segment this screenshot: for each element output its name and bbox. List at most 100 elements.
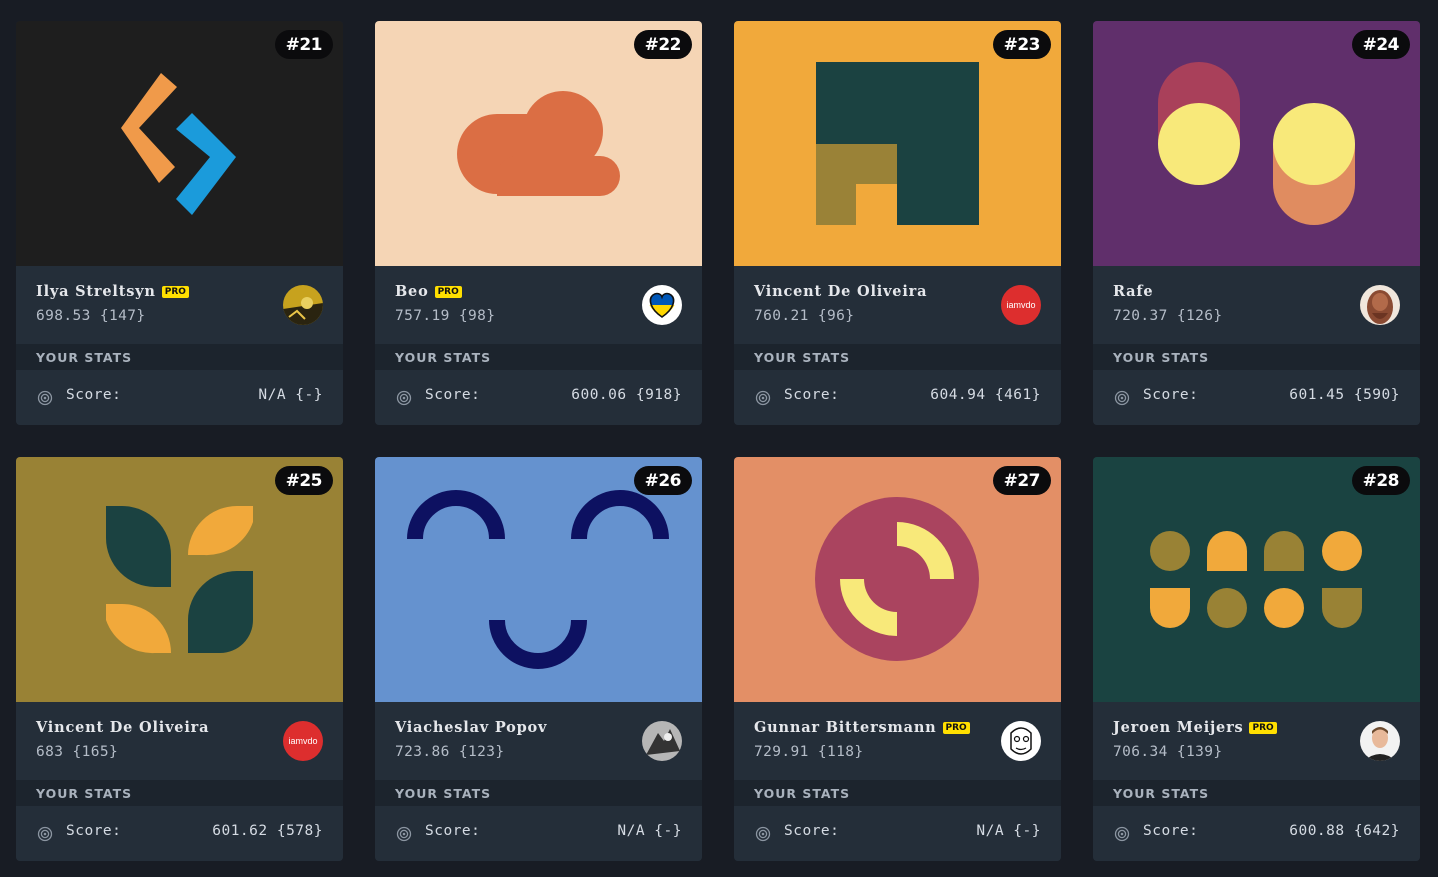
author-name[interactable]: Rafe bbox=[1113, 283, 1153, 300]
rank-badge: #27 bbox=[992, 466, 1051, 495]
score-label: Score: bbox=[1143, 823, 1199, 839]
avatar[interactable]: iamvdo bbox=[1001, 285, 1041, 325]
your-score: 601.45 {590} bbox=[1289, 387, 1400, 403]
target-icon bbox=[396, 826, 412, 842]
rank-badge: #22 bbox=[633, 30, 692, 59]
target-icon bbox=[37, 826, 53, 842]
author-name[interactable]: Ilya Streltsyn bbox=[36, 283, 156, 300]
your-score: 600.88 {642} bbox=[1289, 823, 1400, 839]
score-label: Score: bbox=[784, 387, 840, 403]
author-info: Viacheslav Popov 723.86 {123} bbox=[375, 702, 702, 780]
target-art[interactable]: #22 bbox=[375, 21, 702, 266]
author-info: Jeroen Meijers PRO 706.34 {139} bbox=[1093, 702, 1420, 780]
target-art[interactable]: #26 bbox=[375, 457, 702, 702]
your-score: 601.62 {578} bbox=[212, 823, 323, 839]
target-icon bbox=[755, 390, 771, 406]
pro-badge: PRO bbox=[434, 285, 462, 298]
author-name[interactable]: Gunnar Bittersmann bbox=[754, 719, 937, 736]
avatar[interactable] bbox=[642, 285, 682, 325]
your-stats-row: Score: 601.62 {578} bbox=[16, 806, 343, 861]
score-label: Score: bbox=[784, 823, 840, 839]
target-art[interactable]: #24 bbox=[1093, 21, 1420, 266]
your-stats-row: Score: 600.88 {642} bbox=[1093, 806, 1420, 861]
target-icon bbox=[396, 390, 412, 406]
target-art[interactable]: #25 bbox=[16, 457, 343, 702]
average-score: 720.37 {126} bbox=[1113, 308, 1223, 324]
your-score: 604.94 {461} bbox=[930, 387, 1041, 403]
avatar[interactable] bbox=[283, 285, 323, 325]
target-icon bbox=[1114, 390, 1130, 406]
average-score: 729.91 {118} bbox=[754, 744, 864, 760]
your-stats-row: Score: N/A {-} bbox=[16, 370, 343, 425]
your-score: 600.06 {918} bbox=[571, 387, 682, 403]
your-stats-heading: YOUR STATS bbox=[1093, 780, 1420, 806]
author-info: Beo PRO 757.19 {98} bbox=[375, 266, 702, 344]
author-info: Vincent De Oliveira 760.21 {96} iamvdo bbox=[734, 266, 1061, 344]
your-score: N/A {-} bbox=[976, 823, 1041, 839]
rank-badge: #25 bbox=[274, 466, 333, 495]
your-stats-row: Score: 604.94 {461} bbox=[734, 370, 1061, 425]
author-info: Gunnar Bittersmann PRO 729.91 {118} bbox=[734, 702, 1061, 780]
average-score: 698.53 {147} bbox=[36, 308, 146, 324]
score-label: Score: bbox=[66, 387, 122, 403]
avatar[interactable] bbox=[642, 721, 682, 761]
author-name[interactable]: Jeroen Meijers bbox=[1113, 719, 1243, 736]
svg-text:iamvdo: iamvdo bbox=[288, 736, 317, 746]
target-art[interactable]: #21 bbox=[16, 21, 343, 266]
rank-badge: #26 bbox=[633, 466, 692, 495]
score-label: Score: bbox=[1143, 387, 1199, 403]
target-card: #27 Gunnar Bittersmann PRO 729.91 {118} Y… bbox=[734, 457, 1061, 861]
your-stats-row: Score: 601.45 {590} bbox=[1093, 370, 1420, 425]
target-art[interactable]: #28 bbox=[1093, 457, 1420, 702]
your-stats-heading: YOUR STATS bbox=[375, 344, 702, 370]
target-card: #28 Jeroen Meijers PRO 706.34 {139} YOUR … bbox=[1093, 457, 1420, 861]
target-card: #23 Vincent De Oliveira 760.21 {96} iamv… bbox=[734, 21, 1061, 425]
avatar[interactable] bbox=[1360, 285, 1400, 325]
your-stats-heading: YOUR STATS bbox=[734, 344, 1061, 370]
score-label: Score: bbox=[425, 387, 481, 403]
score-label: Score: bbox=[66, 823, 122, 839]
your-stats-heading: YOUR STATS bbox=[375, 780, 702, 806]
author-name[interactable]: Viacheslav Popov bbox=[395, 719, 547, 736]
rank-badge: #28 bbox=[1351, 466, 1410, 495]
your-stats-heading: YOUR STATS bbox=[16, 780, 343, 806]
target-icon bbox=[37, 390, 53, 406]
average-score: 723.86 {123} bbox=[395, 744, 505, 760]
your-score: N/A {-} bbox=[617, 823, 682, 839]
target-card: #25 Vincent De Oliveira 683 {165} iamvdo… bbox=[16, 457, 343, 861]
rank-badge: #21 bbox=[274, 30, 333, 59]
target-card: #24 Rafe 720.37 {126} YOUR STATS Score: … bbox=[1093, 21, 1420, 425]
avatar[interactable] bbox=[1001, 721, 1041, 761]
author-info: Vincent De Oliveira 683 {165} iamvdo bbox=[16, 702, 343, 780]
average-score: 760.21 {96} bbox=[754, 308, 855, 324]
target-art[interactable]: #27 bbox=[734, 457, 1061, 702]
author-name[interactable]: Beo bbox=[395, 283, 429, 300]
your-stats-heading: YOUR STATS bbox=[16, 344, 343, 370]
average-score: 757.19 {98} bbox=[395, 308, 496, 324]
pro-badge: PRO bbox=[942, 721, 970, 734]
average-score: 706.34 {139} bbox=[1113, 744, 1223, 760]
your-stats-row: Score: N/A {-} bbox=[734, 806, 1061, 861]
target-card: #21 Ilya Streltsyn PRO 698.53 {147} YOUR … bbox=[16, 21, 343, 425]
your-score: N/A {-} bbox=[258, 387, 323, 403]
battle-grid: #21 Ilya Streltsyn PRO 698.53 {147} YOUR … bbox=[16, 21, 1420, 861]
score-label: Score: bbox=[425, 823, 481, 839]
your-stats-row: Score: N/A {-} bbox=[375, 806, 702, 861]
target-icon bbox=[1114, 826, 1130, 842]
target-icon bbox=[755, 826, 771, 842]
rank-badge: #23 bbox=[992, 30, 1051, 59]
svg-text:iamvdo: iamvdo bbox=[1006, 300, 1035, 310]
author-info: Ilya Streltsyn PRO 698.53 {147} bbox=[16, 266, 343, 344]
rank-badge: #24 bbox=[1351, 30, 1410, 59]
target-card: #26 Viacheslav Popov 723.86 {123} YOUR S… bbox=[375, 457, 702, 861]
author-name[interactable]: Vincent De Oliveira bbox=[754, 283, 927, 300]
average-score: 683 {165} bbox=[36, 744, 119, 760]
pro-badge: PRO bbox=[1249, 721, 1277, 734]
avatar[interactable]: iamvdo bbox=[283, 721, 323, 761]
pro-badge: PRO bbox=[161, 285, 189, 298]
author-name[interactable]: Vincent De Oliveira bbox=[36, 719, 209, 736]
your-stats-heading: YOUR STATS bbox=[1093, 344, 1420, 370]
author-info: Rafe 720.37 {126} bbox=[1093, 266, 1420, 344]
target-art[interactable]: #23 bbox=[734, 21, 1061, 266]
avatar[interactable] bbox=[1360, 721, 1400, 761]
